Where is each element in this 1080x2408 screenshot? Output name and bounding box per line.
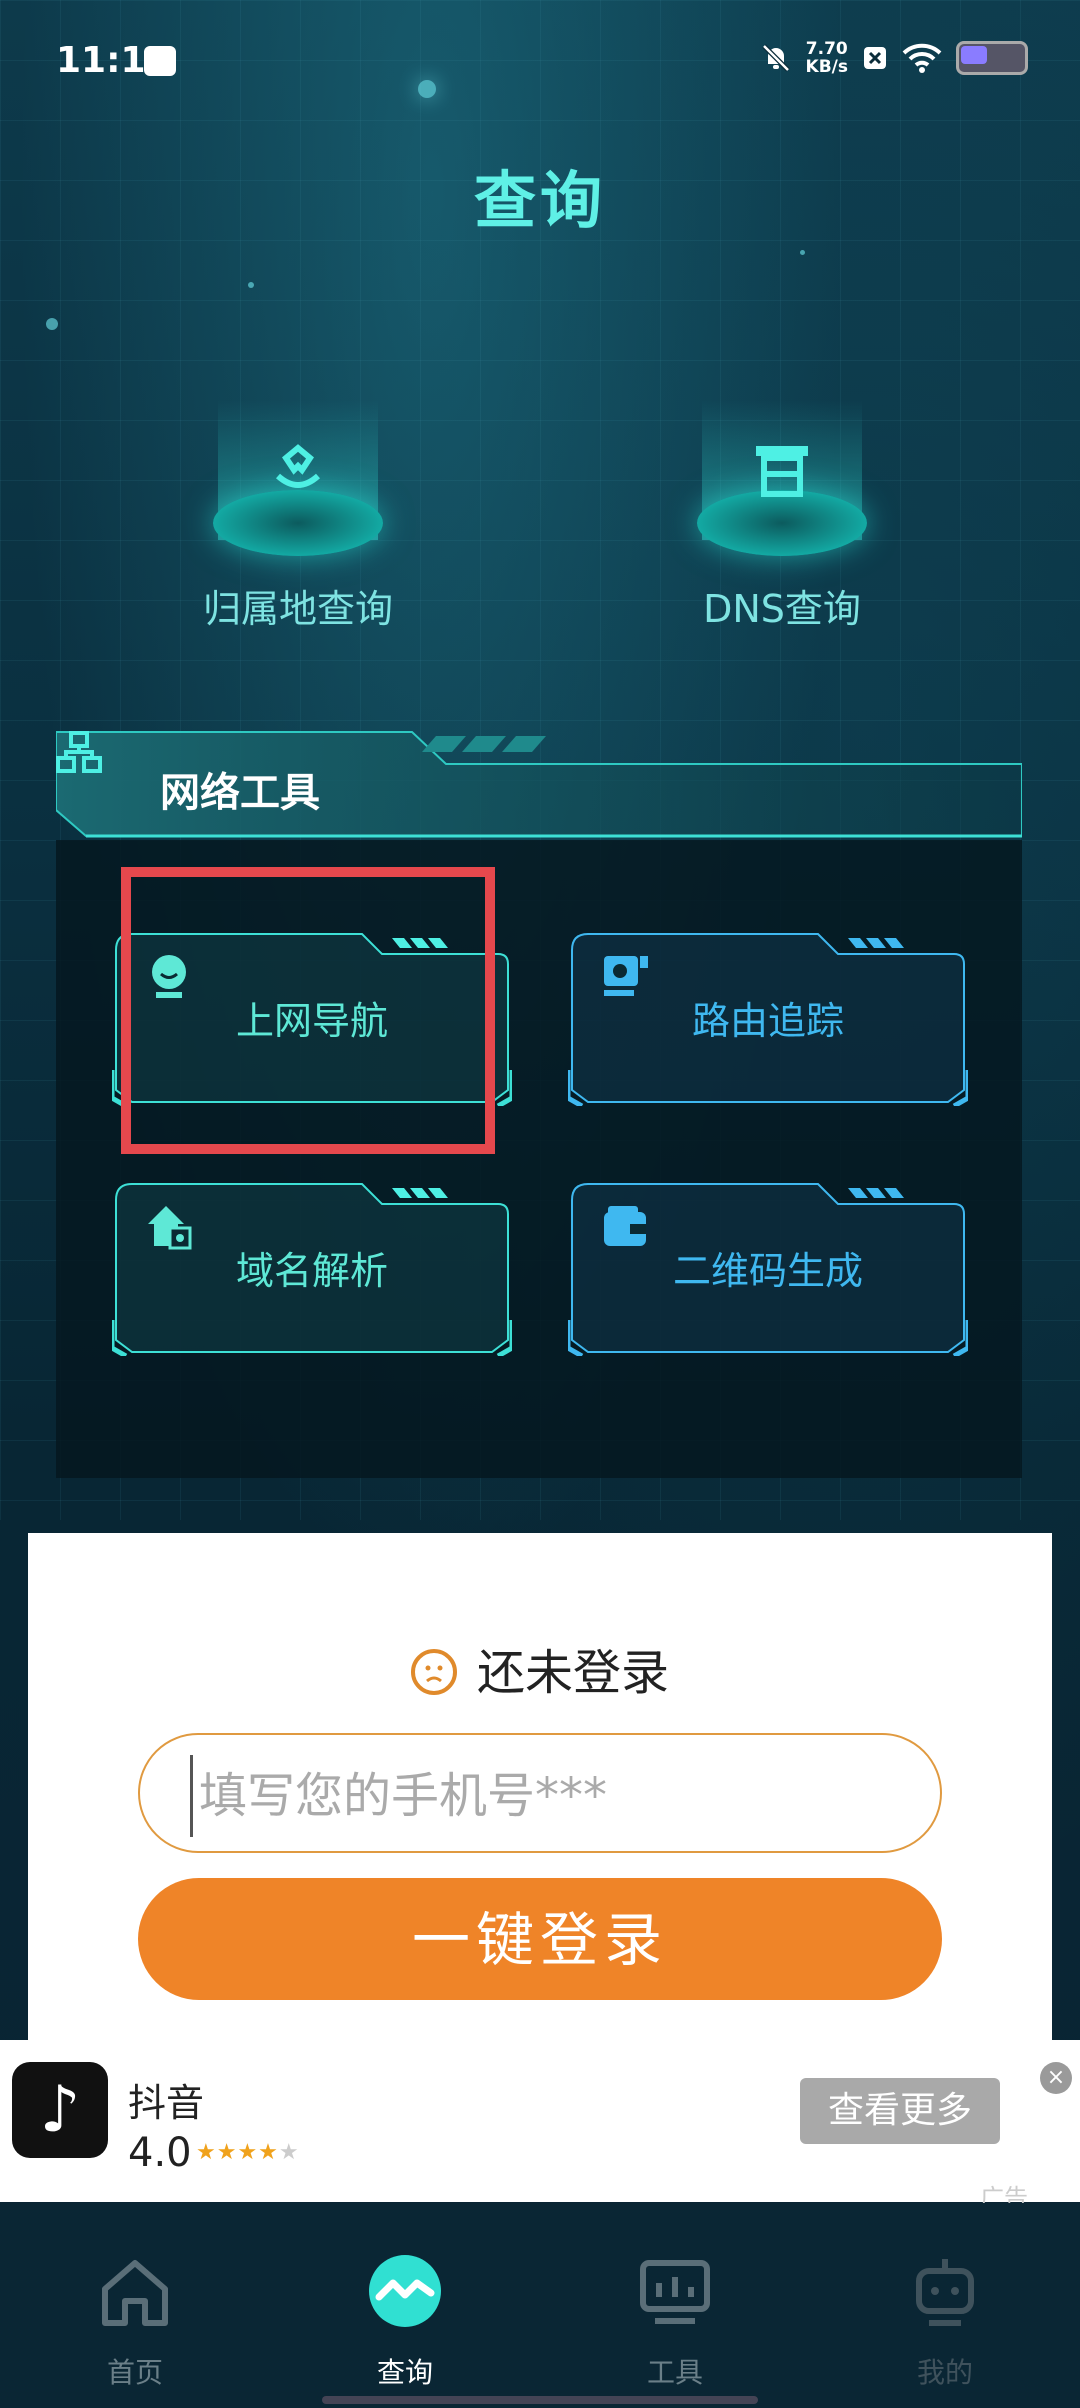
query-item-location[interactable]: 归属地查询 (148, 400, 448, 640)
status-bar: 11:11 7.70 KB/s (0, 0, 1080, 120)
network-speed-unit: KB/s (805, 57, 848, 77)
highlight-annotation-box (121, 867, 495, 1154)
ad-app-name: 抖音 (128, 2081, 205, 2125)
panel-header: 网络工具 (56, 730, 1022, 840)
nav-label: 查询 (376, 2356, 433, 2389)
douyin-app-icon: ♪ (12, 2062, 108, 2158)
query-item-label: 归属地查询 (202, 587, 393, 631)
tool-label: 域名解析 (235, 1249, 388, 1293)
status-icons: 7.70 KB/s (760, 40, 1028, 76)
network-topology-icon (56, 731, 102, 773)
query-item-label: DNS查询 (703, 587, 861, 631)
star-decoration (248, 282, 254, 288)
query-item-dns[interactable]: DNS查询 (632, 400, 932, 640)
robot-icon (916, 2259, 974, 2326)
mute-bell-icon (761, 44, 790, 72)
nav-item-mine[interactable]: 我的 (810, 2203, 1080, 2408)
tool-label: 二维码生成 (672, 1249, 863, 1293)
phone-input[interactable] (190, 1755, 901, 1837)
wifi-icon (902, 43, 942, 73)
message-notification-icon (144, 46, 176, 76)
login-card: 还未登录 一键登录 (28, 1533, 1052, 2043)
tool-label: 路由追踪 (691, 999, 844, 1043)
battery-icon (956, 41, 1028, 75)
network-speed-value: 7.70 (805, 39, 848, 59)
star-decoration (46, 318, 58, 330)
login-status: 还未登录 (28, 1633, 1052, 1703)
no-sim-icon (864, 47, 886, 69)
nav-label: 工具 (646, 2356, 703, 2389)
bottom-nav: 首页 查询 工具 我的 (0, 2203, 1080, 2408)
ad-close-icon[interactable]: × (1040, 2062, 1072, 2094)
one-click-login-button[interactable]: 一键登录 (138, 1878, 942, 2000)
tool-button-qrcode-generate[interactable]: 二维码生成 (568, 1180, 968, 1356)
page-title: 查询 (473, 164, 606, 237)
sad-face-icon (410, 1649, 457, 1695)
nav-item-tools[interactable]: 工具 (540, 2203, 810, 2408)
ad-banner[interactable]: ♪ 抖音 4.0 ★★★★★ 查看更多 × 广告 (0, 2040, 1080, 2212)
phone-field[interactable] (138, 1733, 942, 1853)
query-pulse-icon (369, 2255, 441, 2327)
location-flower-icon (275, 444, 321, 488)
network-speed: 7.70 KB/s (806, 40, 848, 76)
home-indicator[interactable] (322, 2396, 758, 2404)
star-decoration (800, 250, 805, 255)
ad-view-more-button[interactable]: 查看更多 (800, 2078, 1000, 2144)
server-icon (756, 446, 808, 497)
nav-item-home[interactable]: 首页 (0, 2203, 270, 2408)
tool-button-route-trace[interactable]: 路由追踪 (568, 930, 968, 1106)
ad-rating: 4.0 (128, 2130, 192, 2176)
nav-label: 首页 (106, 2356, 163, 2389)
monitor-icon (640, 2260, 710, 2324)
home-icon (102, 2260, 168, 2326)
tool-button-domain-resolve[interactable]: 域名解析 (112, 1180, 512, 1356)
panel-title: 网络工具 (160, 770, 320, 816)
nav-label: 我的 (916, 2356, 973, 2389)
nav-item-query[interactable]: 查询 (270, 2203, 540, 2408)
star-rating-icon: ★★★★★ (196, 2140, 300, 2165)
login-status-text: 还未登录 (476, 1645, 669, 1701)
